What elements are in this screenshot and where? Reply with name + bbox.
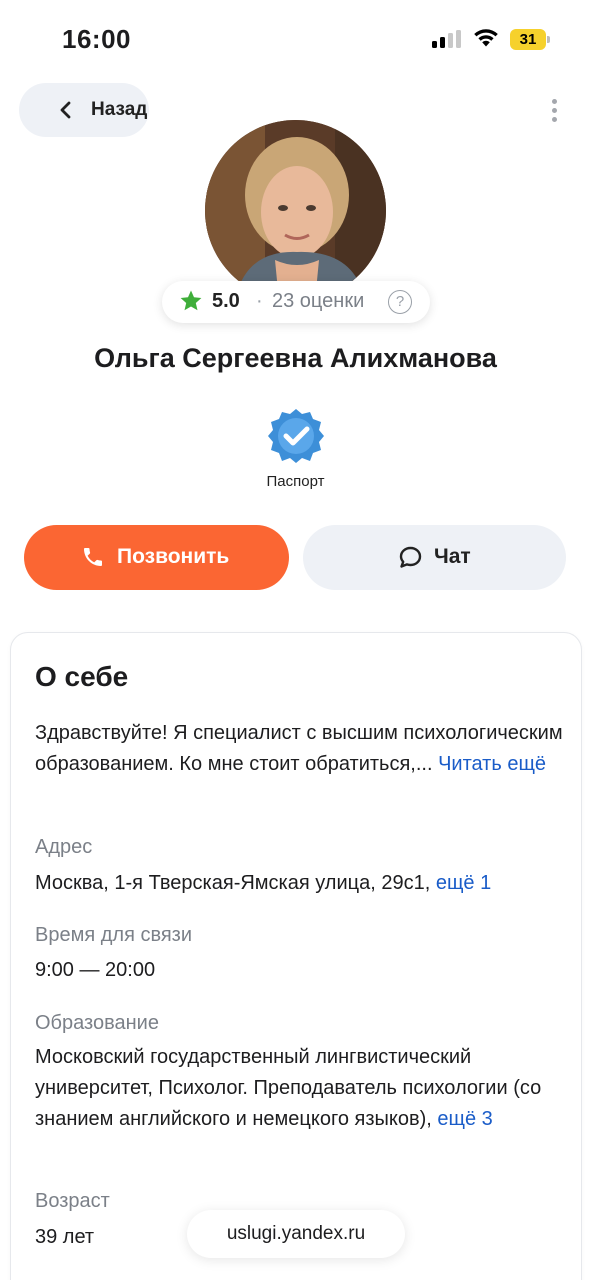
help-icon[interactable]: ? [388, 290, 412, 314]
verified-badge-icon [268, 409, 324, 463]
address-more-link[interactable]: ещё 1 [436, 872, 491, 894]
call-button[interactable]: Позвонить [24, 525, 289, 590]
call-button-label: Позвонить [117, 545, 230, 568]
about-title: О себе [35, 661, 129, 692]
rating-separator: · [256, 290, 263, 312]
chat-button-label: Чат [434, 545, 471, 568]
status-time: 16:00 [62, 24, 131, 54]
rating-pill[interactable]: 5.0 · 23 оценки ? [162, 281, 430, 323]
reviews-count: 23 оценки [272, 290, 365, 312]
star-icon [180, 290, 202, 311]
rating-score: 5.0 [212, 290, 240, 312]
battery-level: 31 [510, 29, 546, 50]
address-value: Москва, 1-я Тверская-Ямская улица, 29с1,… [35, 868, 565, 899]
education-more-link[interactable]: ещё 3 [437, 1108, 492, 1130]
education-value: Московский государственный лингвистическ… [35, 1042, 565, 1135]
browser-url-pill[interactable]: uslugi.yandex.ru [187, 1210, 405, 1258]
profile-name: Ольга Сергеевна Алихманова [94, 343, 497, 373]
phone-icon [84, 548, 102, 566]
age-label: Возраст [35, 1190, 110, 1212]
wifi-icon [474, 29, 498, 47]
battery-icon: 31 [510, 29, 550, 50]
about-card: О себе Здравствуйте! Я специалист с высш… [10, 632, 582, 1280]
chevron-left-icon [60, 101, 71, 119]
chat-bubble-icon [399, 546, 422, 568]
chat-button[interactable]: Чат [303, 525, 566, 590]
education-label: Образование [35, 1012, 159, 1034]
status-bar: 16:00 31 [0, 0, 591, 80]
address-label: Адрес [35, 836, 93, 858]
back-button[interactable]: Назад [19, 83, 149, 137]
more-vertical-icon[interactable] [545, 96, 565, 126]
app-screen: 16:00 31 Назад 5.0 · 23 оценки ? Ольга С… [0, 0, 591, 1280]
avatar [205, 120, 386, 301]
about-text: Здравствуйте! Я специалист с высшим псих… [35, 718, 565, 780]
contact-time-value: 9:00 — 20:00 [35, 959, 156, 981]
read-more-link[interactable]: Читать ещё [438, 753, 546, 775]
passport-badge-label: Паспорт [266, 473, 325, 490]
back-button-label: Назад [91, 99, 148, 120]
address-text: Москва, 1-я Тверская-Ямская улица, 29с1, [35, 872, 431, 894]
cellular-signal-icon [432, 30, 462, 48]
contact-time-label: Время для связи [35, 924, 193, 946]
